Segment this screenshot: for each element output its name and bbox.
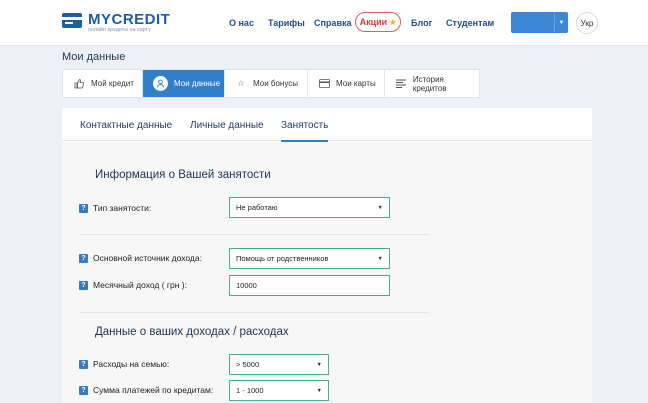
subtab-contact[interactable]: Контактные данные	[80, 120, 172, 132]
help-icon[interactable]: ?	[79, 254, 88, 263]
income-source-select[interactable]: Помощь от родственников ▼	[229, 248, 390, 269]
loan-payments-select[interactable]: 1 - 1000 ▼	[229, 380, 329, 401]
loan-payments-value: 1 - 1000	[236, 386, 264, 395]
family-expenses-value: > 5000	[236, 360, 260, 369]
star-icon: ☆	[237, 79, 245, 88]
tab-label: Мой кредит	[91, 79, 134, 88]
tab-my-data[interactable]: Мои данные	[143, 70, 225, 97]
employment-form: Информация о Вашей занятости ? Тип занят…	[62, 142, 592, 403]
monthly-income-label: Месячный доход ( грн ):	[93, 280, 187, 290]
tab-credit-history[interactable]: История кредитов	[385, 70, 479, 97]
chevron-down-icon[interactable]: ▼	[554, 12, 568, 33]
tab-label: История кредитов	[412, 74, 447, 93]
monthly-income-input[interactable]: 10000	[229, 275, 390, 296]
tab-label: Мои бонусы	[253, 79, 299, 88]
finance-section-title: Данные о ваших доходах / расходах	[95, 326, 289, 338]
tab-my-cards[interactable]: Мои карты	[308, 70, 385, 97]
nav-tariffs[interactable]: Тарифы	[268, 15, 305, 31]
nav-blog[interactable]: Блог	[411, 15, 432, 31]
employment-section-title: Информация о Вашей занятости	[95, 169, 271, 181]
profile-card: Контактные данные Личные данные Занятост…	[62, 108, 592, 403]
nav-students[interactable]: Студентам	[446, 15, 494, 31]
page-title: Мои данные	[62, 51, 126, 63]
promo-label: Акции	[359, 17, 388, 27]
divider	[79, 234, 429, 235]
card-icon	[318, 78, 330, 90]
data-subtabs: Контактные данные Личные данные Занятост…	[62, 108, 592, 142]
language-switch[interactable]: Укр	[576, 12, 598, 34]
chevron-down-icon: ▼	[316, 388, 322, 394]
divider	[79, 312, 429, 313]
help-icon[interactable]: ?	[79, 204, 88, 213]
help-icon[interactable]: ?	[79, 281, 88, 290]
nav-help[interactable]: Справка	[314, 15, 351, 31]
top-bar: MYCREDIT онлайн кредиты на карту О нас Т…	[0, 0, 648, 46]
user-menu-button[interactable]: ▼	[511, 12, 568, 33]
income-source-label: Основной источник дохода:	[93, 253, 202, 263]
thumb-icon	[73, 78, 85, 90]
family-expenses-select[interactable]: > 5000 ▼	[229, 354, 329, 375]
employment-type-label: Тип занятости:	[93, 203, 152, 213]
account-tabs: Мой кредит Мои данные ☆ Мои бонусы Мои к…	[62, 69, 480, 98]
nav-about[interactable]: О нас	[229, 15, 254, 31]
subtab-employment[interactable]: Занятость	[281, 120, 329, 142]
subtab-personal[interactable]: Личные данные	[190, 120, 264, 132]
help-icon[interactable]: ?	[79, 386, 88, 395]
employment-type-select[interactable]: Не работаю ▼	[229, 197, 390, 218]
tab-my-credit[interactable]: Мой кредит	[63, 70, 143, 97]
employment-type-value: Не работаю	[236, 203, 278, 212]
chevron-down-icon: ▼	[377, 256, 383, 262]
user-icon	[153, 76, 168, 91]
family-expenses-label: Расходы на семью:	[93, 359, 170, 369]
tab-my-bonuses[interactable]: ☆ Мои бонусы	[225, 70, 308, 97]
chevron-down-icon: ▼	[316, 362, 322, 368]
list-icon	[395, 78, 407, 90]
star-icon: ★	[389, 17, 397, 27]
income-source-value: Помощь от родственников	[236, 254, 329, 263]
promo-button[interactable]: Акции ★	[355, 12, 401, 32]
help-icon[interactable]: ?	[79, 360, 88, 369]
monthly-income-value: 10000	[236, 281, 257, 290]
tab-label: Мои данные	[174, 79, 221, 88]
chevron-down-icon: ▼	[377, 205, 383, 211]
loan-payments-label: Сумма платежей по кредитам:	[93, 385, 214, 395]
tab-label: Мои карты	[336, 79, 376, 88]
